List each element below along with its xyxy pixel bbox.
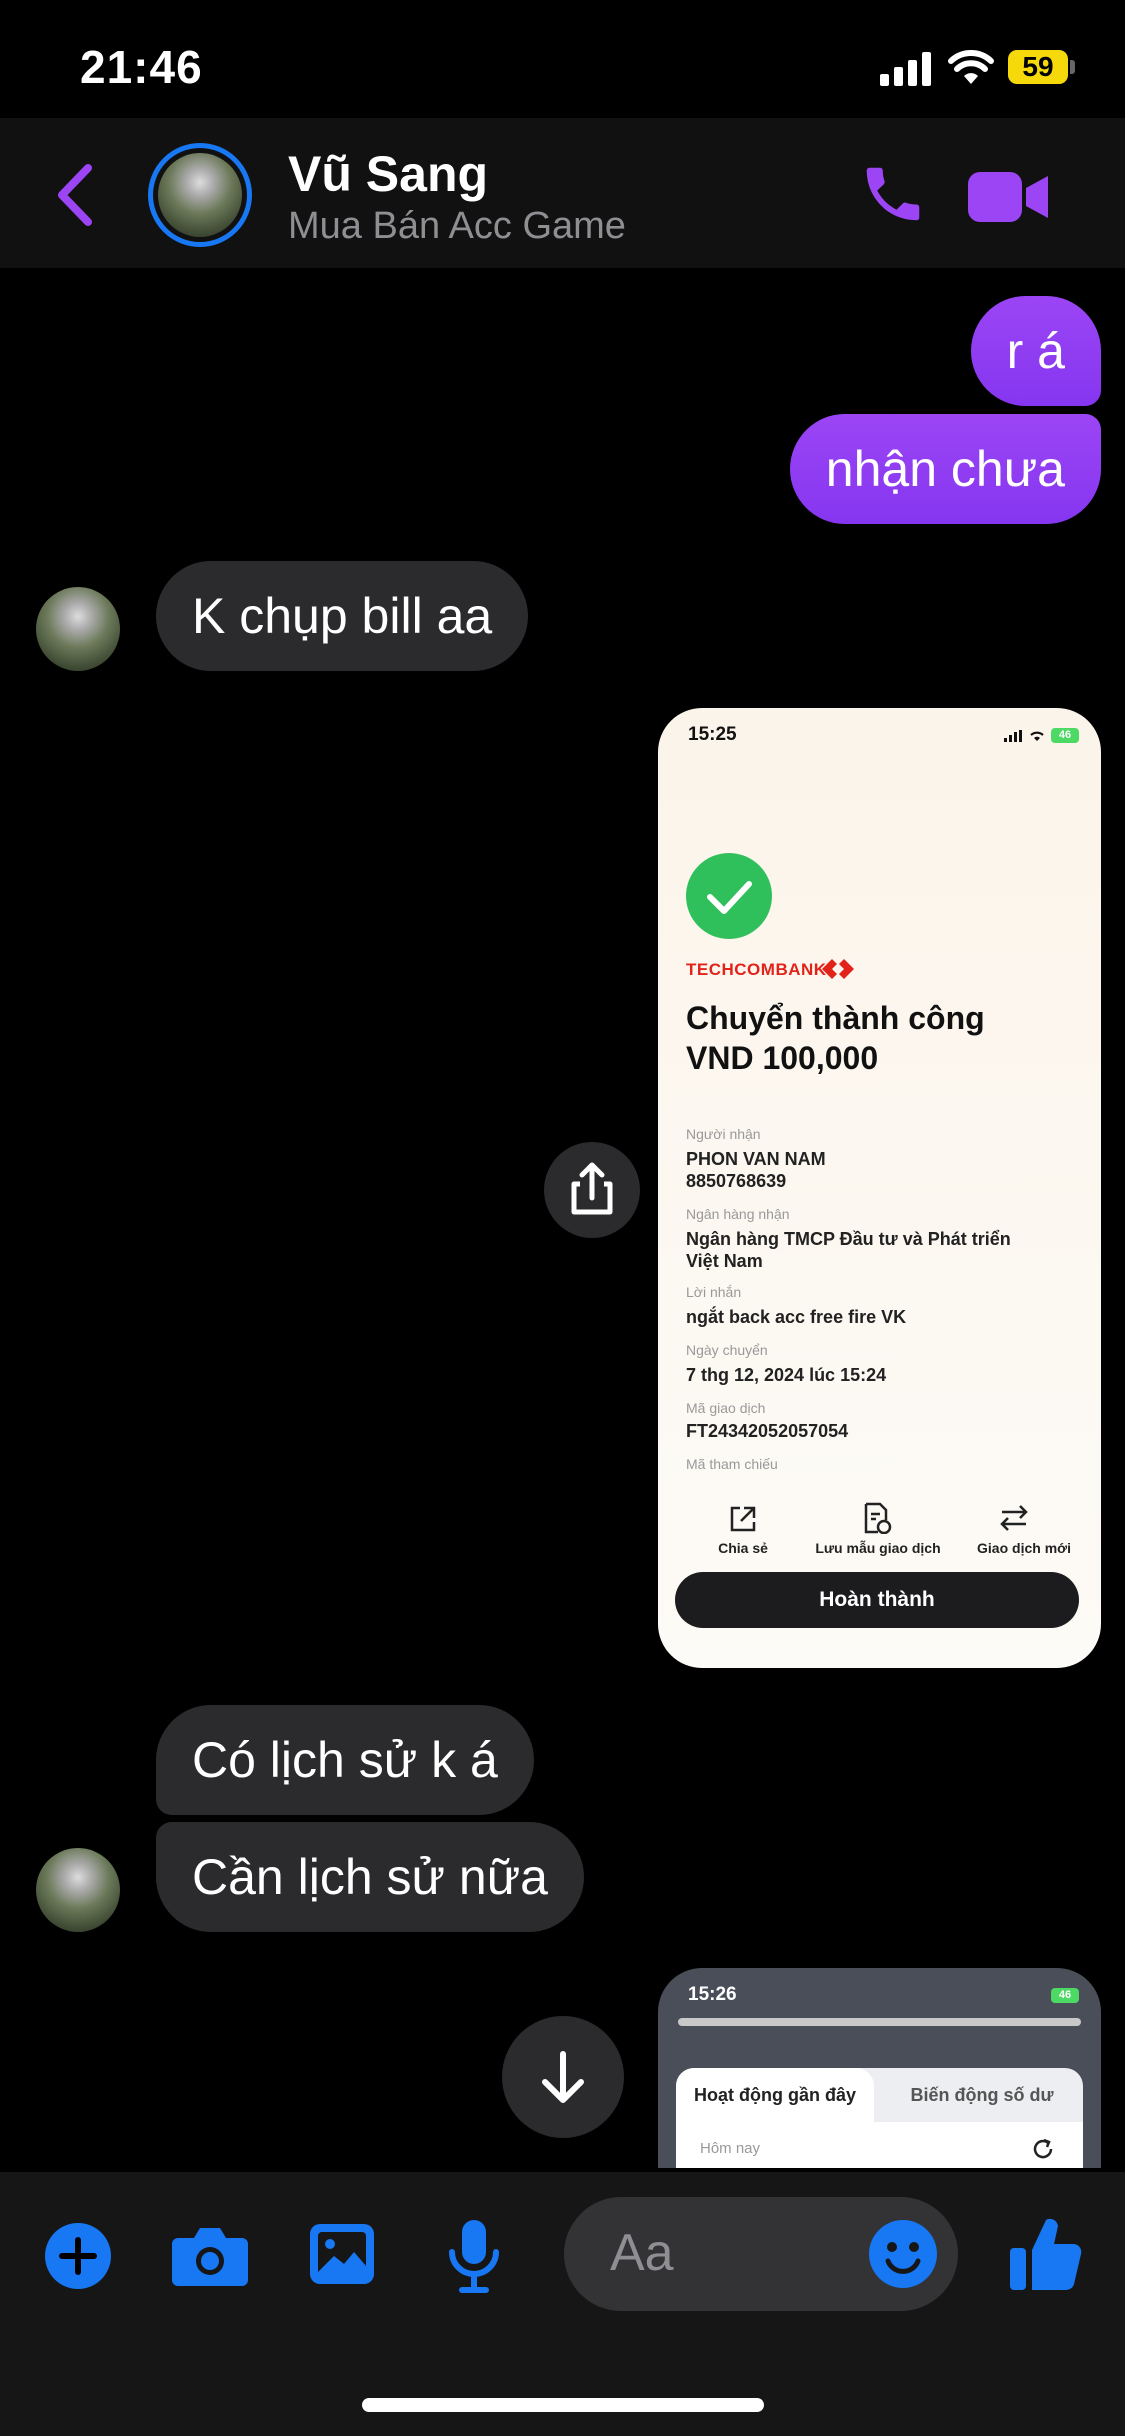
field-label: Lời nhắn — [686, 1284, 742, 1300]
tab-recent-activity[interactable]: Hoạt động gần đây — [676, 2068, 874, 2122]
tab-balance-changes[interactable]: Biến động số dư — [882, 2068, 1082, 2122]
receipt-signal-icon — [1004, 729, 1024, 747]
save-template-icon[interactable] — [862, 1502, 892, 1539]
done-button[interactable]: Hoàn thành — [675, 1572, 1079, 1628]
field-value: Ngân hàng TMCP Đầu tư và Phát triển Việt… — [686, 1229, 1011, 1271]
field-label: Mã giao dịch — [686, 1400, 766, 1416]
techcombank-logo-icon — [820, 956, 856, 987]
contact-avatar[interactable] — [148, 143, 252, 247]
thumbs-up-icon[interactable] — [1008, 2214, 1084, 2299]
history-screenshot-image[interactable]: 15:26 46 Hoạt động gần đây Biến động số … — [658, 1968, 1101, 2168]
incoming-message[interactable]: Có lịch sử k á — [156, 1705, 534, 1815]
home-indicator — [362, 2398, 764, 2412]
battery-level: 59 — [1008, 50, 1068, 84]
field-value: FT24342052057054 — [686, 1421, 849, 1441]
incoming-message[interactable]: K chụp bill aa — [156, 561, 529, 671]
video-call-icon[interactable] — [968, 168, 1050, 231]
camera-icon[interactable] — [170, 2224, 250, 2293]
emoji-icon[interactable] — [868, 2219, 938, 2294]
sender-avatar[interactable] — [36, 587, 120, 671]
share-button[interactable] — [544, 1142, 640, 1238]
signal-icon — [880, 52, 934, 91]
image2-battery: 46 — [1051, 1988, 1079, 2003]
phone-icon[interactable] — [858, 158, 928, 235]
back-chevron-icon[interactable] — [52, 162, 98, 233]
incoming-message[interactable]: Cần lịch sử nữa — [156, 1822, 584, 1932]
new-transaction-icon[interactable] — [998, 1504, 1030, 1537]
outgoing-message[interactable]: r á — [970, 296, 1101, 406]
field-label: Người nhận — [686, 1126, 761, 1142]
wifi-icon — [948, 50, 994, 91]
arrow-down-icon — [542, 2051, 584, 2103]
plus-icon[interactable] — [44, 2222, 112, 2295]
field-label: Mã tham chiếu — [686, 1456, 778, 1472]
action-save-template[interactable]: Lưu mẫu giao dịch — [808, 1540, 948, 1556]
sender-avatar[interactable] — [36, 1848, 120, 1932]
contact-name[interactable]: Vũ Sang — [288, 145, 488, 203]
field-value: ngắt back acc free fire VK — [686, 1307, 907, 1327]
scroll-to-bottom-button[interactable] — [502, 2016, 624, 2138]
receipt-battery: 46 — [1051, 728, 1079, 743]
receipt-title: Chuyển thành công VND 100,000 — [686, 1000, 985, 1076]
field-label: Ngân hàng nhận — [686, 1206, 790, 1222]
receipt-status-time: 15:25 — [688, 724, 737, 745]
message-composer — [0, 2172, 1125, 2436]
field-label: Ngày chuyển — [686, 1342, 768, 1358]
action-share[interactable]: Chia sẻ — [678, 1540, 808, 1556]
share-icon — [571, 1162, 613, 1215]
success-check-icon — [686, 853, 772, 939]
section-today: Hôm nay — [700, 2140, 761, 2157]
share-out-icon[interactable] — [728, 1504, 758, 1539]
image2-divider — [678, 2018, 1081, 2026]
field-value: 7 thg 12, 2024 lúc 15:24 — [686, 1365, 887, 1385]
microphone-icon[interactable] — [446, 2218, 502, 2299]
status-time: 21:46 — [80, 41, 203, 93]
receipt-image[interactable]: 15:25 46 TECHCOMBANK Chuyển thành công V… — [658, 708, 1101, 1668]
battery-tip — [1070, 60, 1075, 74]
message-input[interactable]: Aa — [564, 2197, 958, 2311]
techcombank-logo: TECHCOMBANK — [686, 960, 827, 979]
action-new-transaction[interactable]: Giao dịch mới — [954, 1540, 1094, 1556]
field-value: PHON VAN NAM 8850768639 — [686, 1149, 826, 1191]
message-input-placeholder: Aa — [610, 2224, 674, 2282]
contact-subtitle: Mua Bán Acc Game — [288, 205, 626, 247]
gallery-icon[interactable] — [308, 2222, 376, 2291]
receipt-wifi-icon — [1028, 728, 1046, 747]
image2-status-time: 15:26 — [688, 1984, 737, 2005]
outgoing-message[interactable]: nhận chưa — [789, 414, 1101, 524]
refresh-icon[interactable] — [1030, 2136, 1056, 2167]
